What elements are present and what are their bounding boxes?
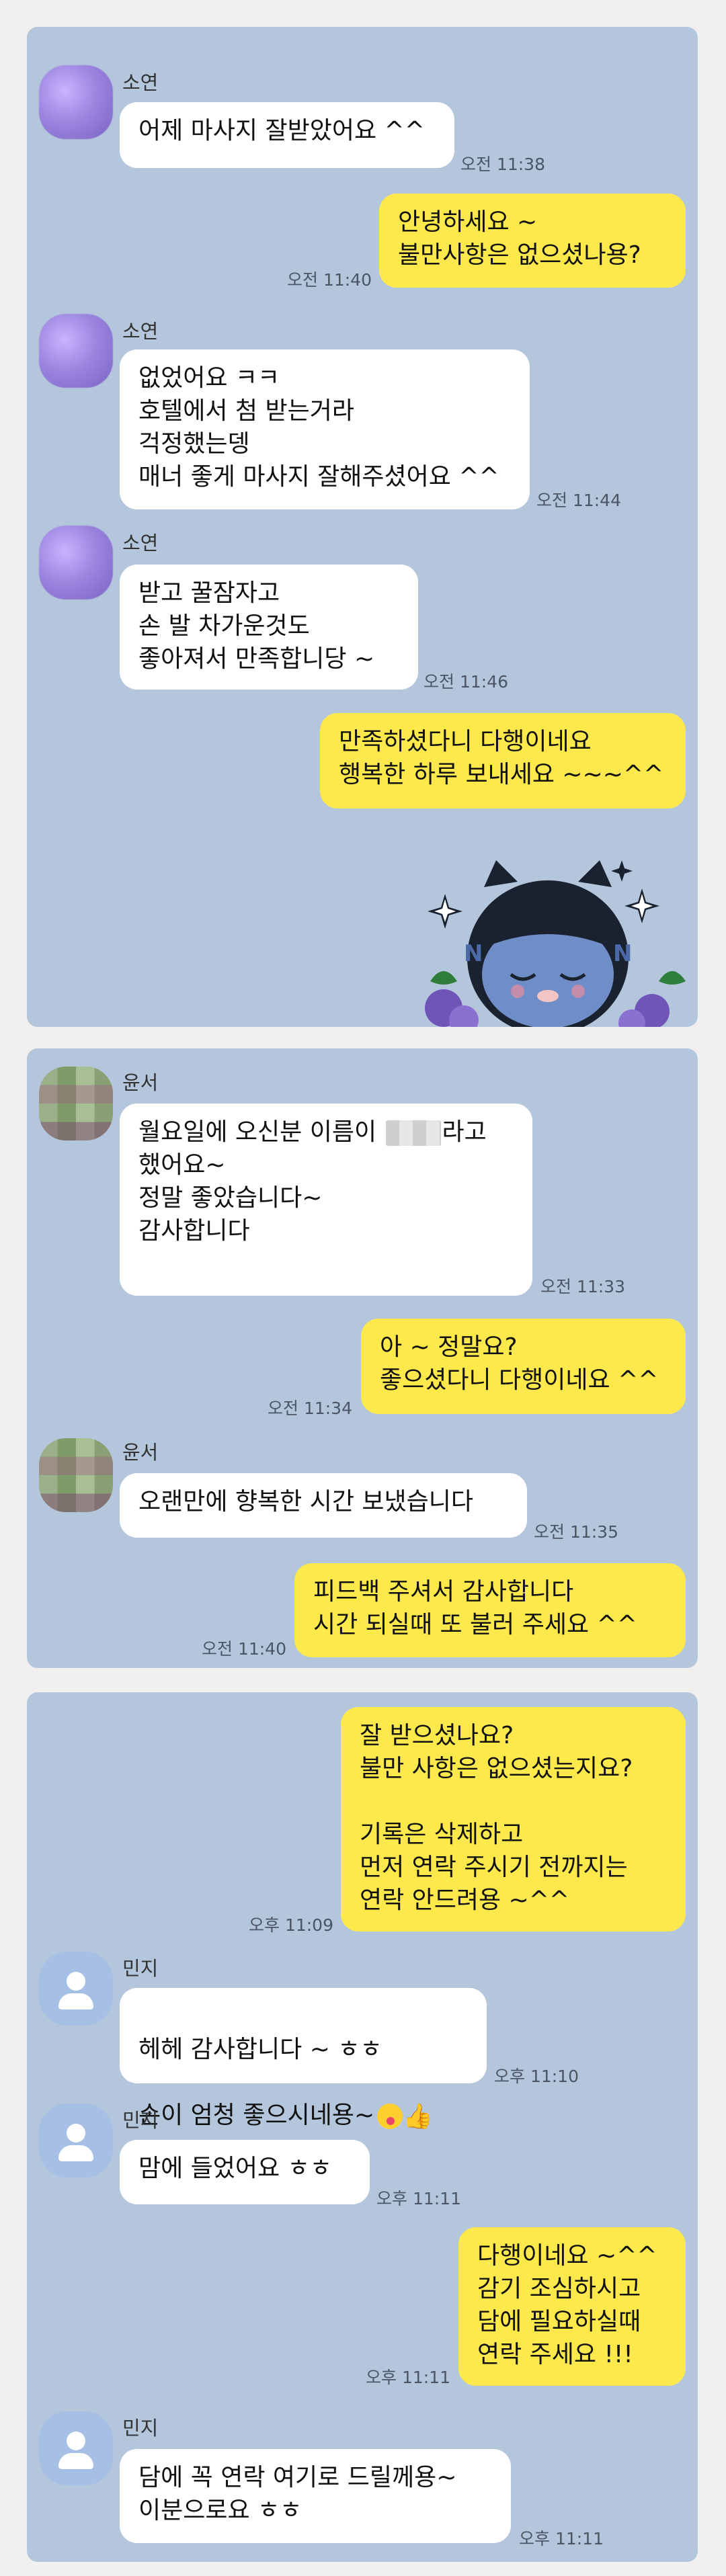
- avatar[interactable]: [39, 526, 113, 599]
- sender-name: 소연: [122, 71, 159, 94]
- message-text: 라고: [442, 1118, 487, 1146]
- my-message-bubble[interactable]: 안녕하세요 ~ 불만사항은 없으셨나용?: [379, 194, 686, 288]
- message-time: 오전 11:44: [536, 491, 621, 510]
- avatar[interactable]: [39, 2411, 113, 2485]
- message-bubble[interactable]: 월요일에 오신분 이름이 라고 했어요~ 정말 좋았습니다~ 감사합니다: [120, 1104, 532, 1296]
- neo-sticker-icon: N N: [425, 860, 686, 1027]
- sender-name: 소연: [122, 320, 159, 343]
- message-bubble[interactable]: 맘에 들었어요 ㅎㅎ: [120, 2140, 370, 2204]
- sender-name: 민지: [122, 2417, 159, 2440]
- message-time: 오전 11:33: [540, 1277, 625, 1296]
- svg-text:N: N: [464, 940, 483, 967]
- message-time: 오전 11:40: [287, 270, 372, 290]
- avatar[interactable]: [39, 1952, 113, 2026]
- svg-text:N: N: [613, 940, 632, 967]
- message-bubble[interactable]: 없었어요 ㅋㅋ 호텔에서 첨 받는거라 걱정했는뎅 매너 좋게 마사지 잘해주셨…: [120, 349, 530, 509]
- message-time: 오전 11:38: [460, 155, 545, 174]
- my-message-bubble[interactable]: 다행이네요 ~^^ 감기 조심하시고 담에 필요하실때 연락 주세요 !!!: [458, 2227, 686, 2386]
- sender-name: 윤서: [122, 1441, 159, 1464]
- my-message-bubble[interactable]: 잘 받으셨나요? 불만 사항은 없으셨는지요? 기록은 삭제하고 먼저 연락 주…: [341, 1707, 686, 1931]
- message-bubble[interactable]: 오랜만에 향복한 시간 보냈습니다: [120, 1473, 527, 1538]
- message-time: 오전 11:34: [268, 1399, 352, 1418]
- message-time: 오후 11:10: [494, 2067, 579, 2086]
- message-time: 오후 11:11: [519, 2529, 604, 2548]
- tongue-face-emoji-icon: [377, 2104, 403, 2129]
- avatar[interactable]: [39, 65, 113, 139]
- avatar[interactable]: [39, 2104, 113, 2177]
- character-sticker[interactable]: N N: [417, 847, 698, 1027]
- avatar[interactable]: [39, 1067, 113, 1140]
- message-text: 했어요~ 정말 좋았습니다~ 감사합니다: [138, 1151, 323, 1245]
- avatar[interactable]: [39, 314, 113, 388]
- my-message-bubble[interactable]: 아 ~ 정말요? 좋으셨다니 다행이네요 ^^: [361, 1319, 686, 1414]
- message-text: 월요일에 오신분 이름이: [138, 1118, 377, 1146]
- message-bubble[interactable]: 받고 꿀잠자고 손 발 차가운것도 좋아져서 만족합니당 ~: [120, 565, 418, 690]
- sender-name: 민지: [122, 2109, 159, 2132]
- message-time: 오후 11:11: [376, 2189, 461, 2208]
- chat-panel-1: 소연 어제 마사지 잘받았어요 ^^ 오전 11:38 오전 11:40 안녕하…: [27, 27, 698, 1027]
- message-time: 오후 11:09: [249, 1915, 333, 1935]
- message-text: 손이 엄청 좋으시네용~: [138, 2102, 375, 2129]
- message-bubble[interactable]: 헤헤 감사합니다 ~ ㅎㅎ 손이 엄청 좋으시네용~ 👍: [120, 1988, 487, 2130]
- sender-name: 윤서: [122, 1071, 159, 1094]
- chat-panel-2: 윤서 월요일에 오신분 이름이 라고 했어요~ 정말 좋았습니다~ 감사합니다 …: [27, 1048, 698, 1668]
- my-message-bubble[interactable]: 만족하셨다니 다행이네요 행복한 하루 보내세요 ~~~^^: [320, 713, 686, 808]
- message-time: 오후 11:11: [366, 2368, 450, 2387]
- message-bubble[interactable]: 어제 마사지 잘받았어요 ^^: [120, 102, 454, 168]
- my-message-bubble[interactable]: 피드백 주셔서 감사합니다 시간 되실때 또 불러 주세요 ^^: [294, 1563, 686, 1657]
- blurred-name: [385, 1120, 441, 1146]
- message-time: 오전 11:35: [534, 1522, 618, 1542]
- sender-name: 민지: [122, 1957, 159, 1980]
- thumbs-up-emoji-icon: 👍: [403, 2102, 433, 2130]
- message-bubble[interactable]: 담에 꼭 연락 여기로 드릴께용~ 이분으로요 ㅎㅎ: [120, 2449, 511, 2543]
- message-time: 오전 11:40: [202, 1639, 286, 1659]
- avatar[interactable]: [39, 1438, 113, 1512]
- message-text: 헤헤 감사합니다 ~ ㅎㅎ: [138, 2036, 382, 2063]
- chat-panel-3: 오후 11:09 잘 받으셨나요? 불만 사항은 없으셨는지요? 기록은 삭제하…: [27, 1692, 698, 2562]
- message-time: 오전 11:46: [424, 672, 508, 692]
- sender-name: 소연: [122, 532, 159, 554]
